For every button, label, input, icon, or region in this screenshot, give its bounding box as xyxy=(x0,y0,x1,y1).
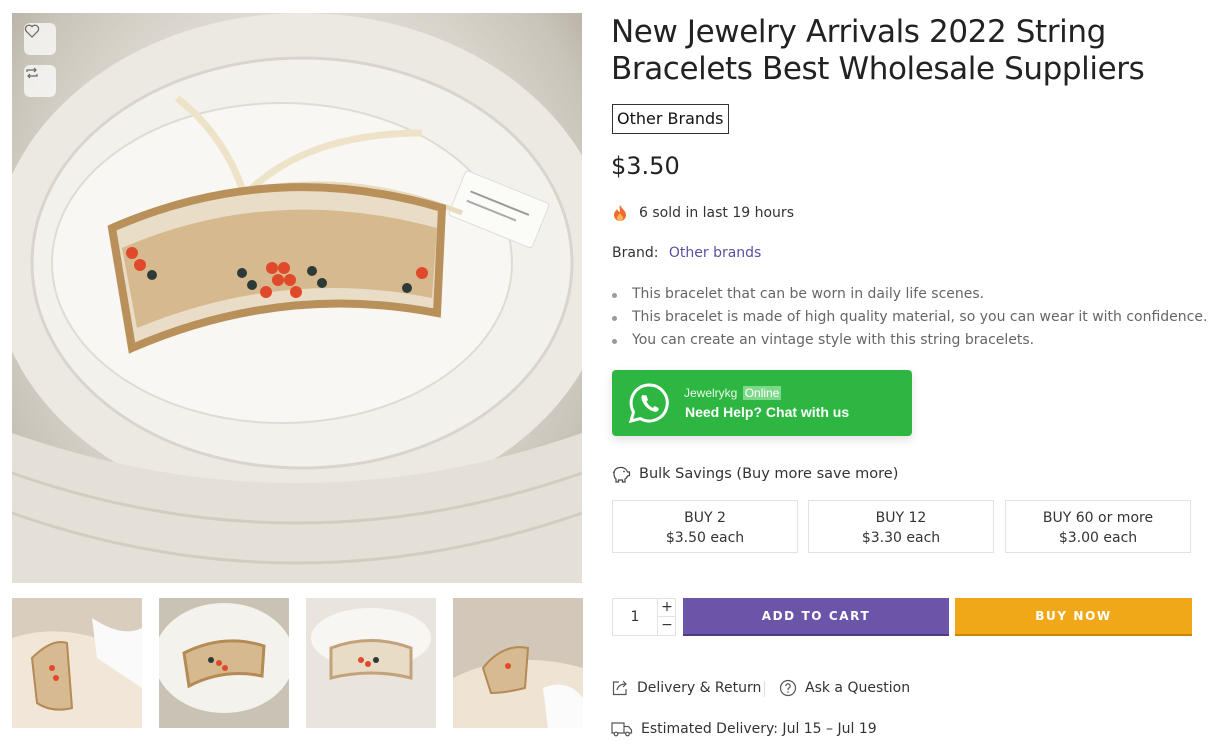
thumbnail-image xyxy=(306,598,436,728)
feature-list: This bracelet that can be worn in daily … xyxy=(612,283,1207,352)
whatsapp-name: Jewelrykg xyxy=(684,386,738,400)
share-box-icon xyxy=(612,680,627,696)
bulk-tier-buy-2[interactable]: BUY 2 $3.50 each xyxy=(612,500,798,553)
whatsapp-cta: Need Help? Chat with us xyxy=(685,404,850,420)
bulk-tier-buy-60[interactable]: BUY 60 or more $3.00 each xyxy=(1005,500,1191,553)
tier-price: $3.00 each xyxy=(1058,530,1138,546)
heart-icon xyxy=(24,24,40,38)
compare-arrows-icon xyxy=(26,67,38,79)
compare-button[interactable] xyxy=(24,65,56,97)
fire-icon xyxy=(612,204,630,222)
thumbnail-worn-side[interactable] xyxy=(453,598,583,728)
quantity-increase-button[interactable]: + xyxy=(657,599,676,617)
online-status-badge: Online xyxy=(742,386,782,400)
estimated-delivery-text: Estimated Delivery: Jul 15 – Jul 19 xyxy=(641,721,877,737)
brand-badge[interactable]: Other Brands xyxy=(612,104,729,134)
tier-quantity: BUY 2 xyxy=(684,510,726,526)
quantity-input[interactable]: 1 xyxy=(613,599,657,635)
tier-quantity: BUY 60 or more xyxy=(1042,510,1154,526)
buy-now-button[interactable]: BUY NOW xyxy=(955,598,1192,636)
brand-link[interactable]: Other brands xyxy=(669,245,761,261)
product-price: $3.50 xyxy=(611,152,680,180)
sold-text: 6 sold in last 19 hours xyxy=(639,205,794,221)
tier-price: $3.50 each xyxy=(665,530,745,546)
tier-quantity: BUY 12 xyxy=(875,510,927,526)
quantity-decrease-button[interactable]: − xyxy=(657,617,676,635)
thumbnail-strip xyxy=(12,598,583,728)
whatsapp-contact: Jewelrykg Online xyxy=(684,386,782,400)
ask-question-label: Ask a Question xyxy=(805,680,911,696)
delivery-return-link[interactable]: Delivery & Return xyxy=(611,679,761,697)
bracelet-illustration xyxy=(12,13,582,583)
bulk-savings-title: Bulk Savings (Buy more save more) xyxy=(639,466,899,482)
thumbnail-worn-wrist[interactable] xyxy=(12,598,142,728)
quantity-stepper: 1 + − xyxy=(612,598,676,636)
feature-item: This bracelet that can be worn in daily … xyxy=(612,283,1207,306)
whatsapp-icon xyxy=(628,383,669,424)
thumbnail-image xyxy=(453,598,583,728)
brand-label: Brand: xyxy=(612,245,659,261)
question-circle-icon xyxy=(779,679,797,697)
divider xyxy=(764,681,765,697)
piggy-bank-icon xyxy=(612,466,631,483)
whatsapp-chat-button[interactable]: Jewelrykg Online Need Help? Chat with us xyxy=(612,370,912,436)
feature-item: You can create an vintage style with thi… xyxy=(612,329,1207,352)
ask-question-link[interactable]: Ask a Question xyxy=(779,679,910,697)
tier-price: $3.30 each xyxy=(861,530,941,546)
add-to-cart-button[interactable]: ADD TO CART xyxy=(683,598,949,636)
delivery-return-label: Delivery & Return xyxy=(637,680,762,696)
estimated-delivery: Estimated Delivery: Jul 15 – Jul 19 xyxy=(611,721,877,737)
wishlist-button[interactable] xyxy=(24,23,56,55)
thumbnail-on-plate[interactable] xyxy=(159,598,289,728)
brand-line: Brand: Other brands xyxy=(612,245,761,261)
thumbnail-image xyxy=(12,598,142,728)
bulk-savings-heading: Bulk Savings (Buy more save more) xyxy=(611,465,898,483)
bulk-tier-buy-12[interactable]: BUY 12 $3.30 each xyxy=(808,500,994,553)
thumbnail-image xyxy=(159,598,289,728)
delivery-truck-icon xyxy=(611,722,633,737)
sold-counter: 6 sold in last 19 hours xyxy=(612,204,794,222)
main-product-image[interactable] xyxy=(12,13,582,583)
product-title: New Jewelry Arrivals 2022 String Bracele… xyxy=(611,14,1145,87)
thumbnail-flat[interactable] xyxy=(306,598,436,728)
feature-item: This bracelet is made of high quality ma… xyxy=(612,306,1207,329)
